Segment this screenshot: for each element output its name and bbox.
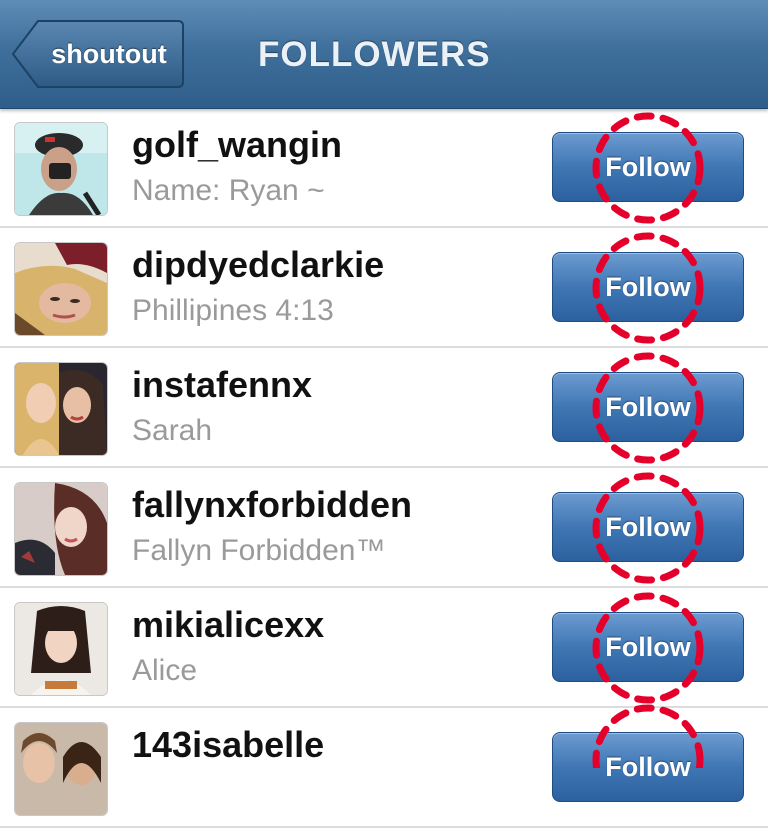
follow-button[interactable]: Follow xyxy=(552,372,744,442)
full-name: Fallyn Forbidden™ xyxy=(132,534,386,567)
username[interactable]: 143isabelle xyxy=(132,724,324,766)
follow-button[interactable]: Follow xyxy=(552,732,744,802)
username[interactable]: fallynxforbidden xyxy=(132,484,412,526)
follow-button[interactable]: Follow xyxy=(552,492,744,562)
username[interactable]: golf_wangin xyxy=(132,124,342,166)
list-item[interactable]: fallynxforbidden Fallyn Forbidden™ Follo… xyxy=(0,468,768,588)
avatar xyxy=(14,122,108,216)
full-name: Name: Ryan ~ xyxy=(132,174,325,207)
followers-list: golf_wangin Name: Ryan ~ Follow dipdyedc… xyxy=(0,108,768,828)
avatar xyxy=(14,602,108,696)
follow-button[interactable]: Follow xyxy=(552,132,744,202)
full-name: Sarah xyxy=(132,414,213,447)
full-name: Alice xyxy=(132,654,198,687)
full-name: Phillipines 4:13 xyxy=(132,294,334,327)
username[interactable]: dipdyedclarkie xyxy=(132,244,384,286)
back-button-label: shoutout xyxy=(51,39,167,69)
avatar xyxy=(14,482,108,576)
avatar xyxy=(14,362,108,456)
username[interactable]: instafennx xyxy=(132,364,312,406)
follow-button[interactable]: Follow xyxy=(552,612,744,682)
back-button[interactable]: shoutout xyxy=(12,20,184,88)
list-item[interactable]: instafennx Sarah Follow xyxy=(0,348,768,468)
list-item[interactable]: dipdyedclarkie Phillipines 4:13 Follow xyxy=(0,228,768,348)
page-title: FOLLOWERS xyxy=(258,35,491,74)
list-item[interactable]: golf_wangin Name: Ryan ~ Follow xyxy=(0,108,768,228)
follow-button[interactable]: Follow xyxy=(552,252,744,322)
nav-bar: shoutout FOLLOWERS xyxy=(0,0,768,109)
list-item[interactable]: 143isabelle Follow xyxy=(0,708,768,828)
avatar xyxy=(14,242,108,336)
username[interactable]: mikialicexx xyxy=(132,604,324,646)
list-item[interactable]: mikialicexx Alice Follow xyxy=(0,588,768,708)
avatar xyxy=(14,722,108,816)
